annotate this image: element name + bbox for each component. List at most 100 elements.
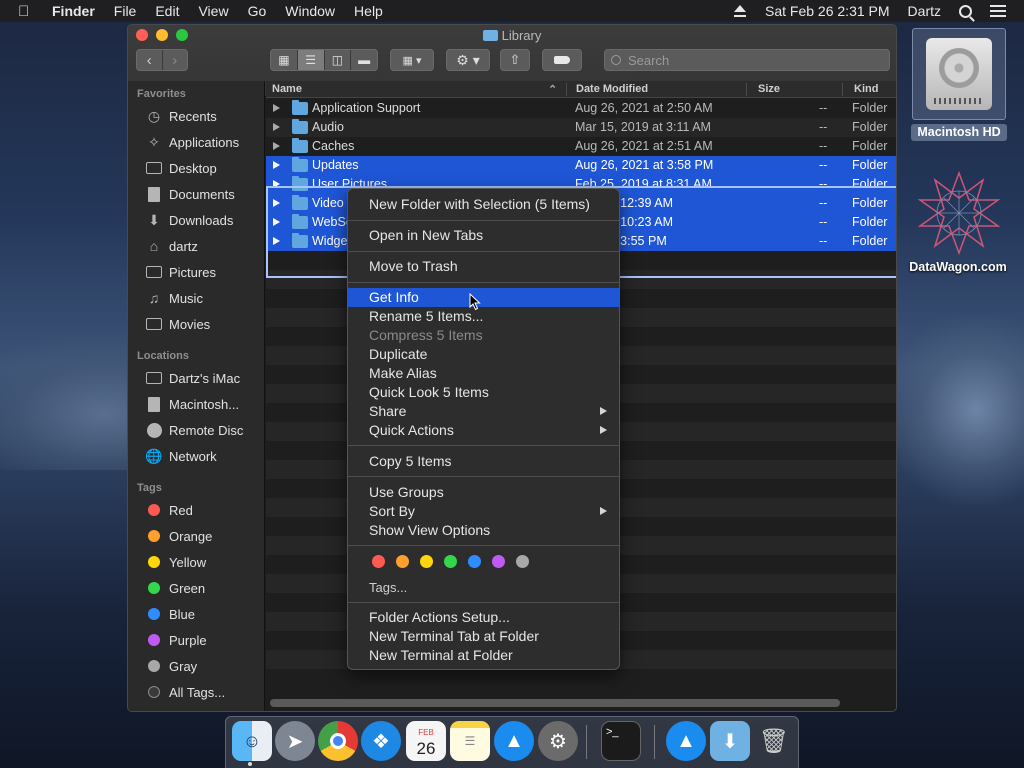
menu-window[interactable]: Window: [285, 3, 335, 19]
menu-help[interactable]: Help: [354, 3, 383, 19]
column-divider[interactable]: [566, 83, 567, 96]
search-input[interactable]: [628, 52, 868, 68]
sidebar-item-macintosh-hd[interactable]: Macintosh...: [128, 393, 265, 415]
tag-color-dot[interactable]: [420, 555, 433, 568]
sidebar-item-remote-disc[interactable]: Remote Disc: [128, 419, 265, 441]
menu-item-use-groups[interactable]: Use Groups: [348, 483, 619, 502]
forward-button[interactable]: ›: [161, 50, 188, 70]
disclosure-triangle-icon[interactable]: [273, 180, 280, 188]
apple-menu-icon[interactable]: : [18, 3, 36, 20]
trash-dock-icon[interactable]: 🗑: [754, 721, 794, 761]
group-by-button[interactable]: ▦ ▾: [390, 49, 434, 71]
gallery-view-button[interactable]: ▬: [350, 50, 377, 70]
sidebar-tag-gray[interactable]: Gray: [128, 655, 265, 677]
sidebar-item-home[interactable]: ⌂ dartz: [128, 235, 265, 257]
back-button[interactable]: ‹: [137, 50, 162, 70]
table-row[interactable]: Caches Aug 26, 2021 at 2:51 AM -- Folder: [266, 137, 896, 156]
menu-item-open-in-new-tabs[interactable]: Open in New Tabs: [348, 226, 619, 245]
sidebar-tag-blue[interactable]: Blue: [128, 603, 265, 625]
safari-dock-icon[interactable]: ❖: [361, 721, 401, 761]
chrome-dock-icon[interactable]: [318, 721, 358, 761]
sidebar-item-pictures[interactable]: Pictures: [128, 261, 265, 283]
column-header-name[interactable]: Name: [272, 83, 302, 95]
sidebar-item-recents[interactable]: ◷ Recents: [128, 105, 265, 127]
horizontal-scrollbar[interactable]: [270, 699, 840, 707]
search-field[interactable]: [604, 49, 890, 71]
eject-icon[interactable]: [733, 5, 747, 17]
menu-item-compress[interactable]: Compress 5 Items: [348, 326, 619, 345]
sidebar-tag-green[interactable]: Green: [128, 577, 265, 599]
table-row[interactable]: Updates Aug 26, 2021 at 3:58 PM -- Folder: [266, 156, 896, 175]
disclosure-triangle-icon[interactable]: [273, 237, 280, 245]
menu-item-move-to-trash[interactable]: Move to Trash: [348, 257, 619, 276]
sidebar-tag-orange[interactable]: Orange: [128, 525, 265, 547]
column-header-date[interactable]: Date Modified: [576, 83, 648, 95]
menu-edit[interactable]: Edit: [155, 3, 179, 19]
menubar-user[interactable]: Dartz: [908, 3, 941, 19]
disclosure-triangle-icon[interactable]: [273, 199, 280, 207]
menubar-clock[interactable]: Sat Feb 26 2:31 PM: [765, 3, 890, 19]
menu-item-new-folder-with-selection[interactable]: New Folder with Selection (5 Items): [348, 195, 619, 214]
sidebar-item-imac[interactable]: Dartz's iMac: [128, 367, 265, 389]
tag-color-dot[interactable]: [396, 555, 409, 568]
datawagon-logo-icon[interactable]: [916, 170, 1002, 256]
share-button[interactable]: ⇧: [500, 49, 530, 71]
menu-go[interactable]: Go: [248, 3, 267, 19]
menu-item-make-alias[interactable]: Make Alias: [348, 364, 619, 383]
menu-item-new-terminal-tab[interactable]: New Terminal Tab at Folder: [348, 627, 619, 646]
notification-center-icon[interactable]: [990, 5, 1006, 17]
disclosure-triangle-icon[interactable]: [273, 142, 280, 150]
calendar-dock-icon[interactable]: FEB 26: [406, 721, 446, 761]
menu-item-rename[interactable]: Rename 5 Items...: [348, 307, 619, 326]
downloads-folder-dock-icon[interactable]: ⬇: [710, 721, 750, 761]
macintosh-hd-label[interactable]: Macintosh HD: [911, 124, 1007, 141]
tag-color-dot[interactable]: [492, 555, 505, 568]
menu-item-quick-look[interactable]: Quick Look 5 Items: [348, 383, 619, 402]
menu-app-finder[interactable]: Finder: [52, 3, 95, 19]
menu-view[interactable]: View: [198, 3, 228, 19]
edit-tags-button[interactable]: [542, 49, 582, 71]
launchpad-dock-icon[interactable]: ➤: [275, 721, 315, 761]
sidebar-item-music[interactable]: ♫ Music: [128, 287, 265, 309]
menu-item-duplicate[interactable]: Duplicate: [348, 345, 619, 364]
sidebar-item-documents[interactable]: Documents: [128, 183, 265, 205]
menu-item-share[interactable]: Share: [348, 402, 619, 421]
column-view-button[interactable]: ◫: [323, 50, 351, 70]
icon-view-button[interactable]: ▦: [271, 50, 297, 70]
sidebar-all-tags[interactable]: All Tags...: [128, 681, 265, 703]
terminal-dock-icon[interactable]: >_: [601, 721, 641, 761]
menu-item-show-view-options[interactable]: Show View Options: [348, 521, 619, 540]
sidebar-item-desktop[interactable]: Desktop: [128, 157, 265, 179]
menu-item-quick-actions[interactable]: Quick Actions: [348, 421, 619, 440]
column-divider[interactable]: [746, 83, 747, 96]
applications-folder-dock-icon[interactable]: ▲: [666, 721, 706, 761]
tag-color-dot[interactable]: [444, 555, 457, 568]
disclosure-triangle-icon[interactable]: [273, 161, 280, 169]
action-menu-button[interactable]: ⚙ ▾: [446, 49, 490, 71]
menu-item-copy[interactable]: Copy 5 Items: [348, 452, 619, 471]
finder-dock-icon[interactable]: ☺: [232, 721, 272, 761]
menu-item-new-terminal[interactable]: New Terminal at Folder: [348, 646, 619, 665]
sidebar-item-applications[interactable]: ✧ Applications: [128, 131, 265, 153]
macintosh-hd-desktop-icon[interactable]: [912, 28, 1006, 120]
tag-color-dot[interactable]: [516, 555, 529, 568]
list-view-button[interactable]: ☰: [296, 50, 324, 70]
sidebar-tag-yellow[interactable]: Yellow: [128, 551, 265, 573]
tag-color-dot[interactable]: [372, 555, 385, 568]
column-divider[interactable]: [842, 83, 843, 96]
menu-item-get-info[interactable]: Get Info: [348, 288, 619, 307]
menu-item-sort-by[interactable]: Sort By: [348, 502, 619, 521]
disclosure-triangle-icon[interactable]: [273, 218, 280, 226]
datawagon-label[interactable]: DataWagon.com: [898, 260, 1018, 274]
sidebar-item-downloads[interactable]: ⬇ Downloads: [128, 209, 265, 231]
tag-color-dot[interactable]: [468, 555, 481, 568]
menu-item-tags[interactable]: Tags...: [348, 578, 619, 597]
column-header-size[interactable]: Size: [758, 83, 780, 95]
table-row[interactable]: Audio Mar 15, 2019 at 3:11 AM -- Folder: [266, 118, 896, 137]
menu-file[interactable]: File: [114, 3, 137, 19]
sidebar-item-movies[interactable]: Movies: [128, 313, 265, 335]
disclosure-triangle-icon[interactable]: [273, 123, 280, 131]
sidebar-tag-purple[interactable]: Purple: [128, 629, 265, 651]
menu-item-folder-actions-setup[interactable]: Folder Actions Setup...: [348, 608, 619, 627]
system-preferences-dock-icon[interactable]: ⚙: [538, 721, 578, 761]
